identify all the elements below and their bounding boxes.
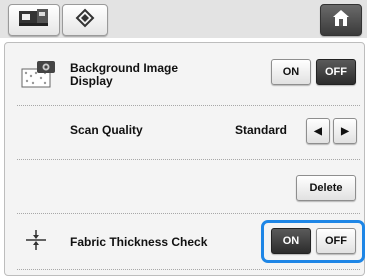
background-image-off-button[interactable]: OFF [316,59,356,85]
delete-button[interactable]: Delete [296,175,356,201]
settings-button[interactable] [62,4,108,36]
home-button[interactable] [320,4,362,36]
row-separator [17,159,360,160]
top-toolbar [0,0,367,38]
row-separator [17,269,360,270]
scan-quality-value: Standard [235,123,288,137]
scan-quality-label: Scan Quality [70,123,143,137]
background-image-label-line2: Display [70,74,113,88]
fabric-thickness-label: Fabric Thickness Check [70,235,208,249]
embroidery-mode-button[interactable] [8,4,60,36]
chevron-left-icon: ◀ [314,125,322,137]
row-separator [17,105,360,106]
highlight-box [261,220,365,263]
scan-quality-prev-button[interactable]: ◀ [306,118,330,144]
row-separator [17,213,360,214]
home-icon [331,8,351,33]
diamond-settings-icon [75,8,95,33]
fabric-thickness-icon [25,229,47,256]
background-image-icon [21,59,57,94]
scan-quality-next-button[interactable]: ▶ [333,118,357,144]
embroidery-machine-icon [18,8,50,33]
background-image-on-button[interactable]: ON [271,59,311,85]
chevron-right-icon: ▶ [341,125,349,137]
